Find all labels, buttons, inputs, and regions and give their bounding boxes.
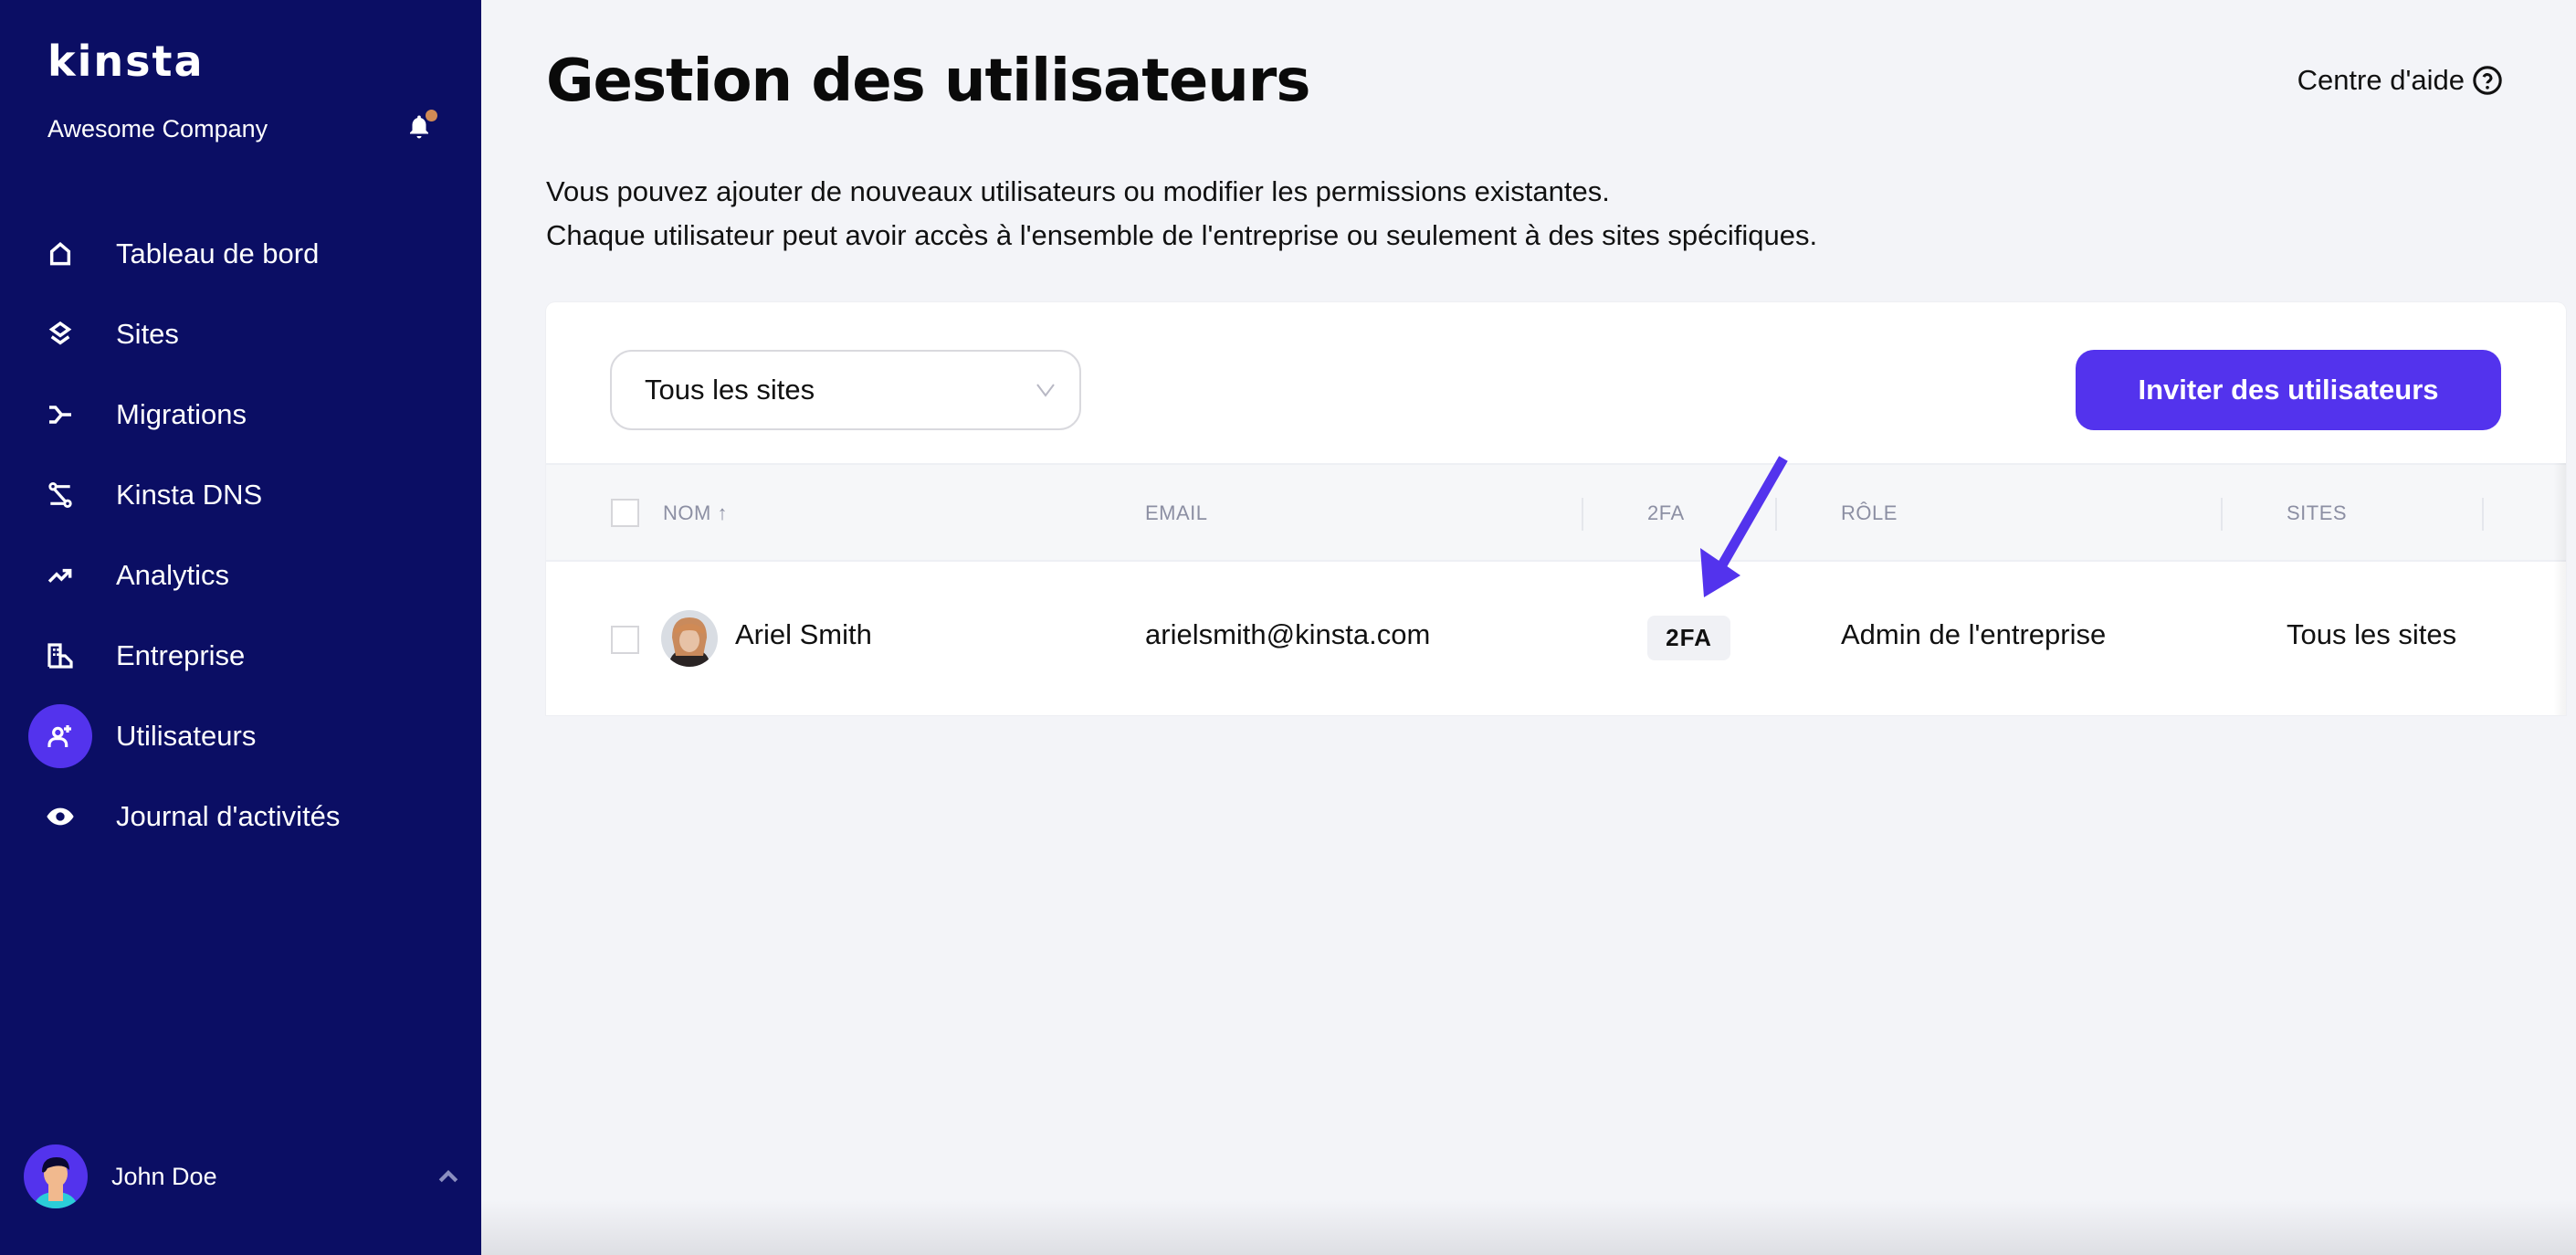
avatar [661, 610, 718, 667]
sidebar-item-label: Entreprise [116, 639, 246, 671]
user-role-cell: Admin de l'entreprise [1841, 618, 2107, 650]
table-header: NOM ↑ EMAIL 2FA RÔLE SITES [546, 463, 2566, 562]
table-row[interactable]: Ariel Smith arielsmith@kinsta.com 2FA Ad… [546, 562, 2566, 715]
column-divider [1582, 498, 1583, 531]
avatar [24, 1144, 88, 1208]
user-name: John Doe [111, 1162, 217, 1190]
eye-icon [28, 785, 92, 849]
sidebar-item-label: Journal d'activités [116, 800, 341, 832]
sidebar-item-migrations[interactable]: Migrations [0, 374, 481, 455]
annotation-arrow [1700, 456, 1788, 597]
sidebar-item-label: Analytics [116, 559, 230, 591]
notification-dot [426, 110, 437, 121]
migrations-icon [28, 383, 92, 447]
kinsta-logo[interactable]: KINSTA [47, 40, 205, 82]
page-description: Vous pouvez ajouter de nouveaux utilisat… [546, 170, 1817, 258]
sidebar-nav: Tableau de bord Sites Migrations Kinsta … [0, 214, 481, 857]
sidebar-item-sites[interactable]: Sites [0, 294, 481, 374]
column-divider [2482, 498, 2484, 531]
users-card: Tous les sites Inviter des utilisateurs … [546, 302, 2566, 715]
2fa-badge: 2FA [1647, 616, 1730, 660]
column-header-role: RÔLE [1841, 501, 1898, 524]
sidebar-item-label: Migrations [116, 398, 247, 430]
sidebar-item-entreprise[interactable]: Entreprise [0, 616, 481, 696]
user-menu[interactable]: John Doe [24, 1144, 462, 1209]
user-plus-icon [28, 704, 92, 768]
scroll-shadow [2553, 463, 2566, 715]
sidebar-item-label: Sites [116, 318, 179, 350]
bottom-fade [481, 1200, 2576, 1255]
column-header-2fa: 2FA [1647, 501, 1685, 524]
user-email-cell: arielsmith@kinsta.com [1145, 618, 1431, 650]
site-filter-select[interactable]: Tous les sites [610, 350, 1081, 430]
trend-icon [28, 543, 92, 607]
sidebar-item-dashboard[interactable]: Tableau de bord [0, 214, 481, 294]
column-divider [2221, 498, 2223, 531]
page-title: Gestion des utilisateurs [546, 47, 1310, 115]
description-line: Vous pouvez ajouter de nouveaux utilisat… [546, 175, 1610, 207]
company-name[interactable]: Awesome Company [47, 115, 268, 143]
column-header-email: EMAIL [1145, 501, 1208, 524]
help-center-link[interactable]: Centre d'aide [2297, 64, 2503, 97]
sidebar-item-label: Tableau de bord [116, 237, 320, 269]
sidebar-item-label: Kinsta DNS [116, 479, 263, 511]
dns-icon [28, 463, 92, 527]
building-icon [28, 624, 92, 688]
sidebar-item-analytics[interactable]: Analytics [0, 535, 481, 616]
layers-icon [28, 302, 92, 366]
help-center-label: Centre d'aide [2297, 64, 2465, 96]
chevron-up-icon[interactable] [435, 1164, 462, 1191]
sidebar-item-activity-log[interactable]: Journal d'activités [0, 776, 481, 857]
row-checkbox[interactable] [611, 626, 639, 654]
user-sites-cell: Tous les sites [2287, 618, 2457, 650]
site-filter-value: Tous les sites [645, 374, 815, 406]
home-icon [28, 222, 92, 286]
invite-users-button[interactable]: Inviter des utilisateurs [2076, 350, 2501, 430]
user-name-cell[interactable]: Ariel Smith [735, 618, 872, 651]
column-header-name[interactable]: NOM ↑ [663, 501, 728, 525]
select-all-checkbox[interactable] [611, 499, 639, 527]
sidebar-item-label: Utilisateurs [116, 720, 257, 752]
description-line: Chaque utilisateur peut avoir accès à l'… [546, 219, 1818, 251]
column-header-sites: SITES [2287, 501, 2348, 524]
help-icon [2473, 66, 2502, 95]
sidebar: KINSTA Awesome Company Tableau de bord S… [0, 0, 481, 1255]
chevron-down-icon [1036, 384, 1055, 397]
sidebar-item-kinsta-dns[interactable]: Kinsta DNS [0, 455, 481, 535]
sidebar-item-utilisateurs[interactable]: Utilisateurs [0, 696, 481, 776]
